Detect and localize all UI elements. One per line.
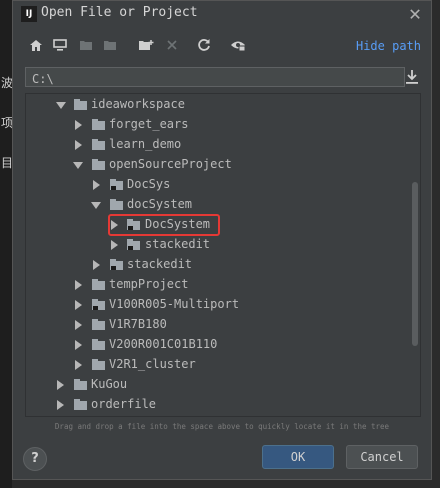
module-folder-icon bbox=[110, 179, 123, 190]
chevron-right-icon[interactable] bbox=[75, 340, 82, 350]
tree-item[interactable]: V1R7B180 bbox=[26, 315, 420, 335]
folder-icon bbox=[92, 319, 105, 330]
module-folder-icon bbox=[92, 299, 105, 310]
path-input[interactable] bbox=[26, 70, 404, 88]
tree-item[interactable]: ideaworkspace bbox=[26, 95, 420, 115]
tree-item[interactable]: KuGou bbox=[26, 375, 420, 395]
file-tree[interactable]: ideaworkspace forget_ears learn_demo ope… bbox=[25, 93, 421, 417]
tree-item-label: tempProject bbox=[109, 277, 189, 291]
tree-item[interactable]: orderfile bbox=[26, 395, 420, 415]
ok-button[interactable]: OK bbox=[262, 445, 334, 469]
project-folder-icon[interactable] bbox=[77, 35, 95, 55]
folder-icon bbox=[92, 139, 105, 150]
tree-item-label: V1R7B180 bbox=[109, 317, 167, 331]
home-icon[interactable] bbox=[27, 35, 45, 55]
chevron-right-icon[interactable] bbox=[57, 380, 64, 390]
chevron-down-icon[interactable] bbox=[56, 102, 66, 109]
tree-item[interactable]: DocSys bbox=[26, 175, 420, 195]
tree-item-label: docSystem bbox=[127, 197, 193, 211]
tree-item-label: learn_demo bbox=[109, 137, 182, 151]
help-button[interactable]: ? bbox=[23, 447, 47, 471]
tree-item-label: V100R005-Multiport bbox=[109, 297, 240, 311]
module-folder-icon bbox=[127, 239, 140, 250]
tree-item-label: forget_ears bbox=[109, 117, 189, 131]
cancel-button[interactable]: Cancel bbox=[346, 445, 418, 469]
background-window-edge: 波 项 目 bbox=[0, 0, 14, 488]
tree-item[interactable]: learn_demo bbox=[26, 135, 420, 155]
chevron-right-icon[interactable] bbox=[75, 120, 82, 130]
drag-drop-hint: Drag and drop a file into the space abov… bbox=[54, 422, 390, 431]
module-folder-icon[interactable] bbox=[101, 35, 119, 55]
refresh-icon[interactable] bbox=[195, 35, 213, 55]
open-file-dialog: IJ Open File or Project ✕ Hide path C:\ … bbox=[12, 0, 432, 480]
folder-icon bbox=[92, 159, 105, 170]
folder-icon bbox=[92, 119, 105, 130]
close-icon[interactable]: ✕ bbox=[409, 3, 421, 23]
title-bar: IJ Open File or Project ✕ bbox=[13, 1, 431, 27]
tree-item[interactable]: tempProject bbox=[26, 275, 420, 295]
tree-item-label: DocSys bbox=[127, 177, 171, 191]
delete-icon[interactable] bbox=[163, 35, 181, 55]
folder-icon bbox=[74, 379, 87, 390]
folder-icon bbox=[74, 399, 87, 410]
folder-icon bbox=[110, 199, 123, 210]
tree-item-label: V200R001C01B110 bbox=[109, 337, 218, 351]
folder-icon bbox=[92, 279, 105, 290]
download-icon[interactable] bbox=[405, 69, 421, 87]
tree-item[interactable]: DocSystem bbox=[26, 215, 420, 235]
tree-item[interactable]: stackedit bbox=[26, 255, 420, 275]
chevron-right-icon[interactable] bbox=[75, 280, 82, 290]
tree-item-label: V2R1_cluster bbox=[109, 357, 196, 371]
desktop-icon[interactable] bbox=[51, 35, 69, 55]
path-field[interactable] bbox=[25, 67, 405, 88]
tree-item[interactable]: openSourceProject bbox=[26, 155, 420, 175]
new-folder-icon[interactable] bbox=[137, 35, 155, 55]
background-glyph: 目 bbox=[1, 156, 14, 170]
chevron-right-icon[interactable] bbox=[75, 140, 82, 150]
selection-highlight bbox=[108, 214, 220, 236]
background-glyph: 项 bbox=[1, 116, 14, 130]
tree-item[interactable]: V100R005-Multiport bbox=[26, 295, 420, 315]
tree-item[interactable]: forget_ears bbox=[26, 115, 420, 135]
hide-path-link[interactable]: Hide path bbox=[356, 39, 421, 53]
tree-scrollbar[interactable] bbox=[412, 182, 418, 346]
folder-icon bbox=[92, 339, 105, 350]
dialog-title: Open File or Project bbox=[41, 5, 198, 20]
tree-item[interactable]: docSystem bbox=[26, 195, 420, 215]
chevron-right-icon[interactable] bbox=[57, 400, 64, 410]
module-folder-icon bbox=[110, 259, 123, 270]
chevron-right-icon[interactable] bbox=[93, 260, 100, 270]
chevron-right-icon[interactable] bbox=[75, 320, 82, 330]
chevron-down-icon[interactable] bbox=[73, 162, 83, 169]
folder-icon bbox=[74, 99, 87, 110]
chevron-right-icon[interactable] bbox=[93, 180, 100, 190]
show-hidden-icon[interactable] bbox=[229, 35, 247, 55]
tree-item[interactable]: V2R1_cluster bbox=[26, 355, 420, 375]
background-glyph: 波 bbox=[1, 76, 14, 90]
chevron-right-icon[interactable] bbox=[75, 360, 82, 370]
intellij-app-icon: IJ bbox=[21, 6, 37, 22]
tree-item[interactable]: V200R001C01B110 bbox=[26, 335, 420, 355]
tree-item-label: stackedit bbox=[127, 257, 193, 271]
chevron-right-icon[interactable] bbox=[75, 300, 82, 310]
tree-item-label: stackedit bbox=[145, 237, 211, 251]
tree-item-label: KuGou bbox=[91, 377, 128, 391]
chevron-right-icon[interactable] bbox=[111, 240, 118, 250]
tree-item[interactable]: stackedit bbox=[26, 235, 420, 255]
tree-item-label: openSourceProject bbox=[109, 157, 232, 171]
chevron-down-icon[interactable] bbox=[91, 202, 101, 209]
toolbar: Hide path bbox=[13, 35, 431, 61]
tree-item-label: ideaworkspace bbox=[91, 97, 185, 111]
folder-icon bbox=[92, 359, 105, 370]
tree-item-label: orderfile bbox=[91, 397, 157, 411]
